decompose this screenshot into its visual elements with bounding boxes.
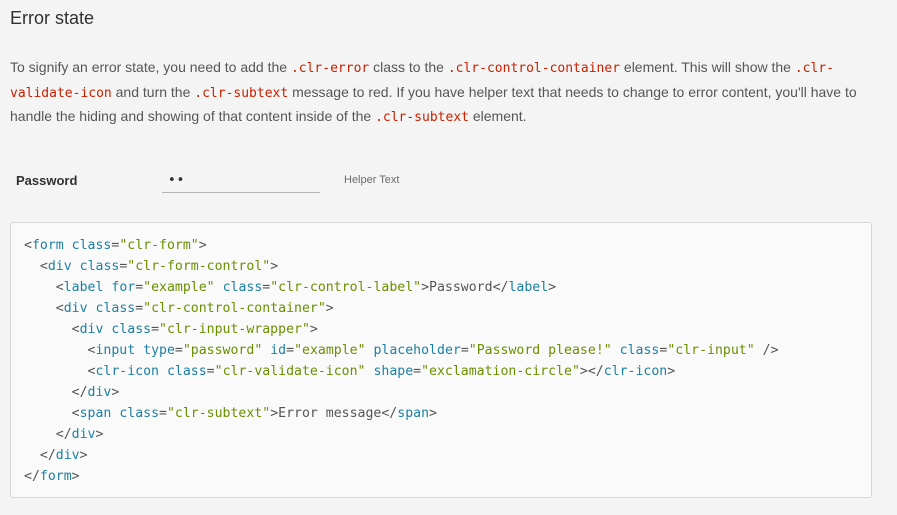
inline-code-clr-subtext: .clr-subtext xyxy=(194,85,289,101)
code-line: <label for="example" class="clr-control-… xyxy=(55,280,557,295)
password-label: Password xyxy=(16,173,78,188)
description-text: To signify an error state, you need to a… xyxy=(10,59,291,75)
code-line: <div class="clr-input-wrapper"> xyxy=(71,322,318,337)
password-input-wrapper xyxy=(162,168,320,193)
code-line: </div> xyxy=(71,385,120,400)
description-text: element. This will show the xyxy=(620,59,795,75)
code-line: <div class="clr-control-container"> xyxy=(55,301,334,316)
description-text: and turn the xyxy=(111,83,195,100)
code-line: <clr-icon class="clr-validate-icon" shap… xyxy=(87,364,676,379)
section-title: Error state xyxy=(10,8,95,28)
code-line: <input type="password" id="example" plac… xyxy=(87,343,779,358)
code-line: </form> xyxy=(24,469,80,484)
code-line: <span class="clr-subtext">Error message<… xyxy=(71,406,437,421)
helper-text: Helper Text xyxy=(344,174,400,186)
inline-code-clr-error: .clr-error xyxy=(290,61,370,76)
inline-code-clr-subtext: .clr-subtext xyxy=(375,110,469,125)
inline-code-clr-control-container: .clr-control-container xyxy=(447,61,621,76)
code-listing: <form class="clr-form"> <div class="clr-… xyxy=(24,235,779,487)
section-description: To signify an error state, you need to a… xyxy=(10,56,872,130)
description-text: class to the xyxy=(369,59,448,75)
code-sample-block: <form class="clr-form"> <div class="clr-… xyxy=(10,222,872,498)
description-text: element. xyxy=(468,108,527,124)
code-line: </div> xyxy=(39,448,88,463)
code-line: <div class="clr-form-control"> xyxy=(39,259,279,274)
code-line: </div> xyxy=(55,427,104,442)
password-input[interactable] xyxy=(168,168,318,192)
password-form-control: Password Helper Text xyxy=(16,168,886,194)
code-line: <form class="clr-form"> xyxy=(24,238,207,253)
